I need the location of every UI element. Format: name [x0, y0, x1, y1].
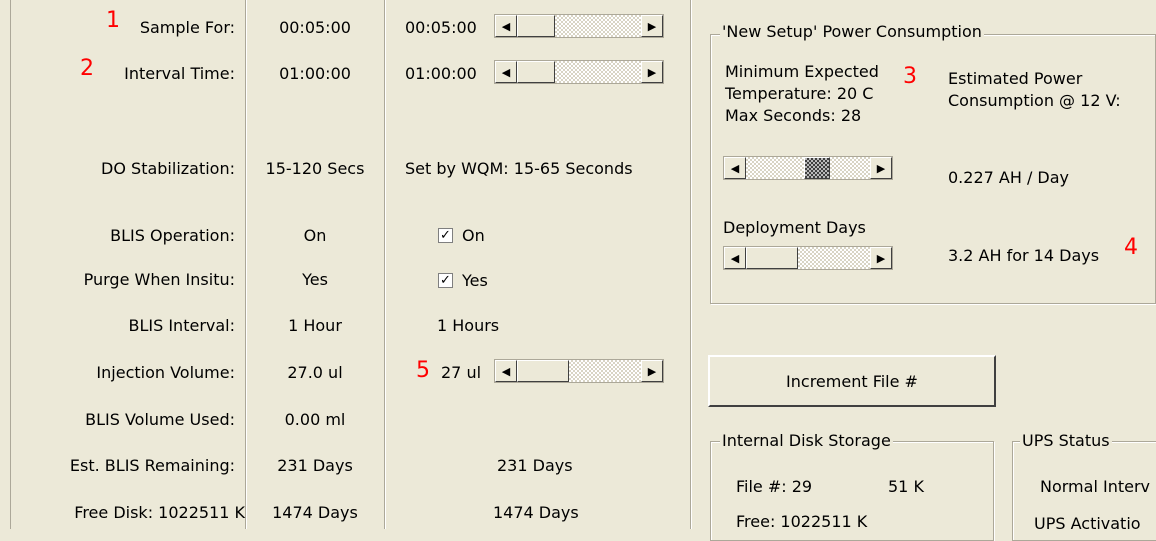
- current-est-blis-remaining: 231 Days: [277, 456, 353, 475]
- deployment-days-scrollbar[interactable]: ◀ ▶: [723, 246, 893, 270]
- ah-per-day: 0.227 AH / Day: [948, 168, 1070, 187]
- ups-normal-interval: Normal Interv: [1040, 477, 1150, 496]
- row-label-injection-volume: Injection Volume:: [96, 363, 235, 382]
- ah-total: 3.2 AH for 14 Days: [948, 246, 1100, 265]
- scroll-thumb[interactable]: [517, 61, 555, 83]
- interval-time-scrollbar[interactable]: ◀ ▶: [494, 60, 664, 84]
- callout-2: 2: [80, 56, 94, 81]
- scroll-thumb[interactable]: [517, 360, 569, 382]
- current-sample-for: 00:05:00: [279, 18, 351, 37]
- row-label-do-stabilization: DO Stabilization:: [101, 159, 235, 178]
- current-blis-operation: On: [303, 226, 327, 245]
- blis-operation-checkbox[interactable]: ✓: [438, 228, 453, 243]
- consumption-label: Consumption @ 12 V:: [948, 91, 1121, 110]
- row-label-blis-volume-used: BLIS Volume Used:: [85, 410, 235, 429]
- current-free-disk-days: 1474 Days: [272, 503, 358, 522]
- current-blis-interval: 1 Hour: [288, 316, 342, 335]
- file-number: File #: 29: [736, 477, 813, 496]
- scroll-thumb[interactable]: [746, 247, 798, 269]
- setting-do-stabilization: Set by WQM: 15-65 Seconds: [405, 159, 633, 178]
- arrow-right-icon[interactable]: ▶: [870, 157, 892, 179]
- row-label-blis-interval: BLIS Interval:: [128, 316, 235, 335]
- purge-when-insitu-checkbox-label: Yes: [462, 271, 488, 290]
- file-size: 51 K: [888, 477, 924, 496]
- setting-blis-interval: 1 Hours: [437, 316, 500, 335]
- scroll-thumb[interactable]: [517, 15, 555, 37]
- current-injection-volume: 27.0 ul: [287, 363, 343, 382]
- current-interval-time: 01:00:00: [279, 64, 351, 83]
- estimated-power-label: Estimated Power: [948, 69, 1083, 88]
- deployment-days-label: Deployment Days: [723, 218, 866, 237]
- setting-sample-for: 00:05:00: [405, 18, 477, 37]
- row-label-interval-time: Interval Time:: [124, 64, 235, 83]
- callout-1: 1: [106, 8, 120, 33]
- check-icon: ✓: [440, 273, 451, 288]
- min-expected-label: Minimum Expected: [725, 62, 879, 81]
- increment-file-button[interactable]: Increment File #: [708, 355, 996, 407]
- setting-free-disk-days: 1474 Days: [493, 503, 579, 522]
- row-label-free-disk: Free Disk: 1022511 K: [74, 503, 245, 522]
- purge-when-insitu-checkbox[interactable]: ✓: [438, 273, 453, 288]
- setting-injection-volume: 27 ul: [441, 363, 482, 382]
- row-label-sample-for: Sample For:: [139, 18, 235, 37]
- arrow-left-icon[interactable]: ◀: [724, 157, 746, 179]
- disk-free: Free: 1022511 K: [736, 512, 868, 531]
- ups-activation: UPS Activatio: [1034, 514, 1141, 533]
- row-label-purge-when-insitu: Purge When Insitu:: [83, 270, 235, 289]
- current-blis-volume-used: 0.00 ml: [284, 410, 346, 429]
- divider: [385, 0, 386, 529]
- check-icon: ✓: [440, 228, 451, 243]
- max-seconds-label: Max Seconds: 28: [725, 106, 862, 125]
- temperature-scrollbar[interactable]: ◀ ▶: [723, 156, 893, 180]
- arrow-right-icon[interactable]: ▶: [641, 61, 663, 83]
- ups-status-title: UPS Status: [1020, 431, 1112, 450]
- temperature-label: Temperature: 20 C: [725, 84, 874, 103]
- current-do-stabilization: 15-120 Secs: [265, 159, 365, 178]
- arrow-right-icon[interactable]: ▶: [641, 15, 663, 37]
- row-label-est-blis-remaining: Est. BLIS Remaining:: [69, 456, 235, 475]
- arrow-right-icon[interactable]: ▶: [870, 247, 892, 269]
- sample-for-scrollbar[interactable]: ◀ ▶: [494, 14, 664, 38]
- arrow-right-icon[interactable]: ▶: [641, 360, 663, 382]
- callout-5: 5: [416, 358, 430, 383]
- scroll-thumb[interactable]: [804, 157, 830, 179]
- injection-volume-scrollbar[interactable]: ◀ ▶: [494, 359, 664, 383]
- row-label-blis-operation: BLIS Operation:: [110, 226, 235, 245]
- blis-operation-checkbox-label: On: [462, 226, 485, 245]
- arrow-left-icon[interactable]: ◀: [495, 61, 517, 83]
- divider: [10, 0, 11, 529]
- arrow-left-icon[interactable]: ◀: [495, 15, 517, 37]
- divider: [691, 0, 692, 529]
- power-consumption-title: 'New Setup' Power Consumption: [720, 22, 984, 41]
- arrow-left-icon[interactable]: ◀: [495, 360, 517, 382]
- internal-disk-storage-title: Internal Disk Storage: [720, 431, 893, 450]
- arrow-left-icon[interactable]: ◀: [724, 247, 746, 269]
- setting-interval-time: 01:00:00: [405, 64, 477, 83]
- current-purge-when-insitu: Yes: [302, 270, 328, 289]
- setting-est-blis-remaining: 231 Days: [497, 456, 573, 475]
